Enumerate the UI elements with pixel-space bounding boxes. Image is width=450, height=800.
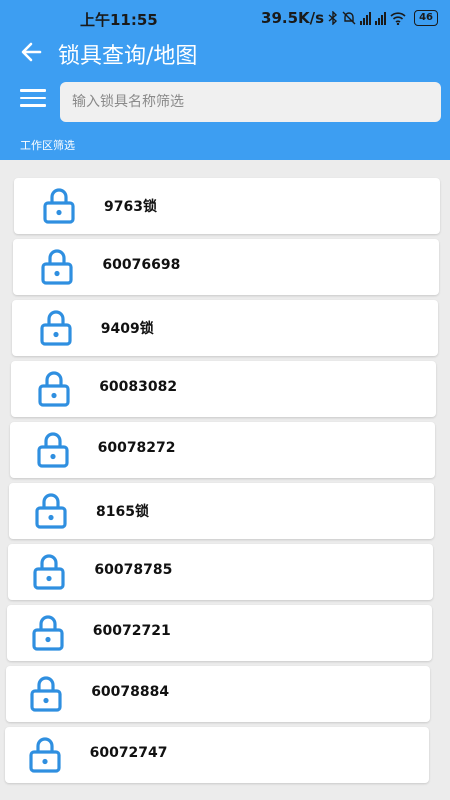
page-title: 锁具查询/地图 xyxy=(58,44,198,69)
lock-list-item[interactable]: 60072721 xyxy=(7,605,432,661)
lock-name: 9763锁 xyxy=(104,199,157,215)
lock-icon xyxy=(37,369,71,407)
lock-icon xyxy=(36,430,70,468)
workspace-filter[interactable]: 工作区筛选 xyxy=(20,137,75,153)
lock-name: 8165锁 xyxy=(96,504,149,520)
lock-name: 60072721 xyxy=(92,623,171,639)
lock-icon xyxy=(31,613,65,651)
lock-name: 9409锁 xyxy=(100,321,154,337)
lock-icon xyxy=(28,735,62,773)
search-input[interactable]: 输入锁具名称筛选 xyxy=(60,82,441,122)
lock-icon xyxy=(32,552,66,590)
lock-list: 9763锁 60076698 9409锁 60083082 60078272 8165锁 6… xyxy=(0,160,450,800)
network-speed: 39.5K/s xyxy=(261,9,325,27)
lock-name: 60072747 xyxy=(89,745,168,761)
status-icons: 39.5K/s 46 xyxy=(261,9,438,27)
menu-icon[interactable] xyxy=(20,89,46,109)
lock-list-item[interactable]: 60083082 xyxy=(11,361,437,417)
back-arrow-icon[interactable] xyxy=(18,38,46,66)
lock-list-item[interactable]: 8165锁 xyxy=(9,483,434,539)
lock-name: 60076698 xyxy=(102,257,181,273)
app-header: 锁具查询/地图 输入锁具名称筛选 工作区筛选 xyxy=(0,36,450,160)
lock-list-item[interactable]: 60076698 xyxy=(13,239,439,295)
status-bar: 上午11:55 39.5K/s 46 xyxy=(0,0,450,36)
bell-off-icon xyxy=(342,11,356,25)
lock-icon xyxy=(34,491,68,529)
lock-name: 60078272 xyxy=(97,440,176,456)
lock-icon xyxy=(29,674,63,712)
battery-icon: 46 xyxy=(414,10,438,26)
lock-list-item[interactable]: 9409锁 xyxy=(12,300,438,356)
lock-list-item[interactable]: 9763锁 xyxy=(14,178,440,234)
lock-icon xyxy=(42,186,76,224)
wifi-icon xyxy=(390,11,406,25)
status-time: 上午11:55 xyxy=(80,11,158,29)
lock-icon xyxy=(40,247,74,285)
lock-list-item[interactable]: 60078884 xyxy=(6,666,431,722)
bluetooth-icon xyxy=(328,11,338,25)
signal-icon-2 xyxy=(375,11,387,25)
lock-name: 60078884 xyxy=(91,684,170,700)
signal-icon-1 xyxy=(360,11,372,25)
lock-list-item[interactable]: 60078785 xyxy=(8,544,433,600)
lock-icon xyxy=(39,308,73,346)
lock-list-item[interactable]: 60078272 xyxy=(10,422,436,478)
lock-list-item[interactable]: 60072747 xyxy=(5,727,430,783)
lock-name: 60083082 xyxy=(99,379,178,395)
lock-name: 60078785 xyxy=(94,562,173,578)
